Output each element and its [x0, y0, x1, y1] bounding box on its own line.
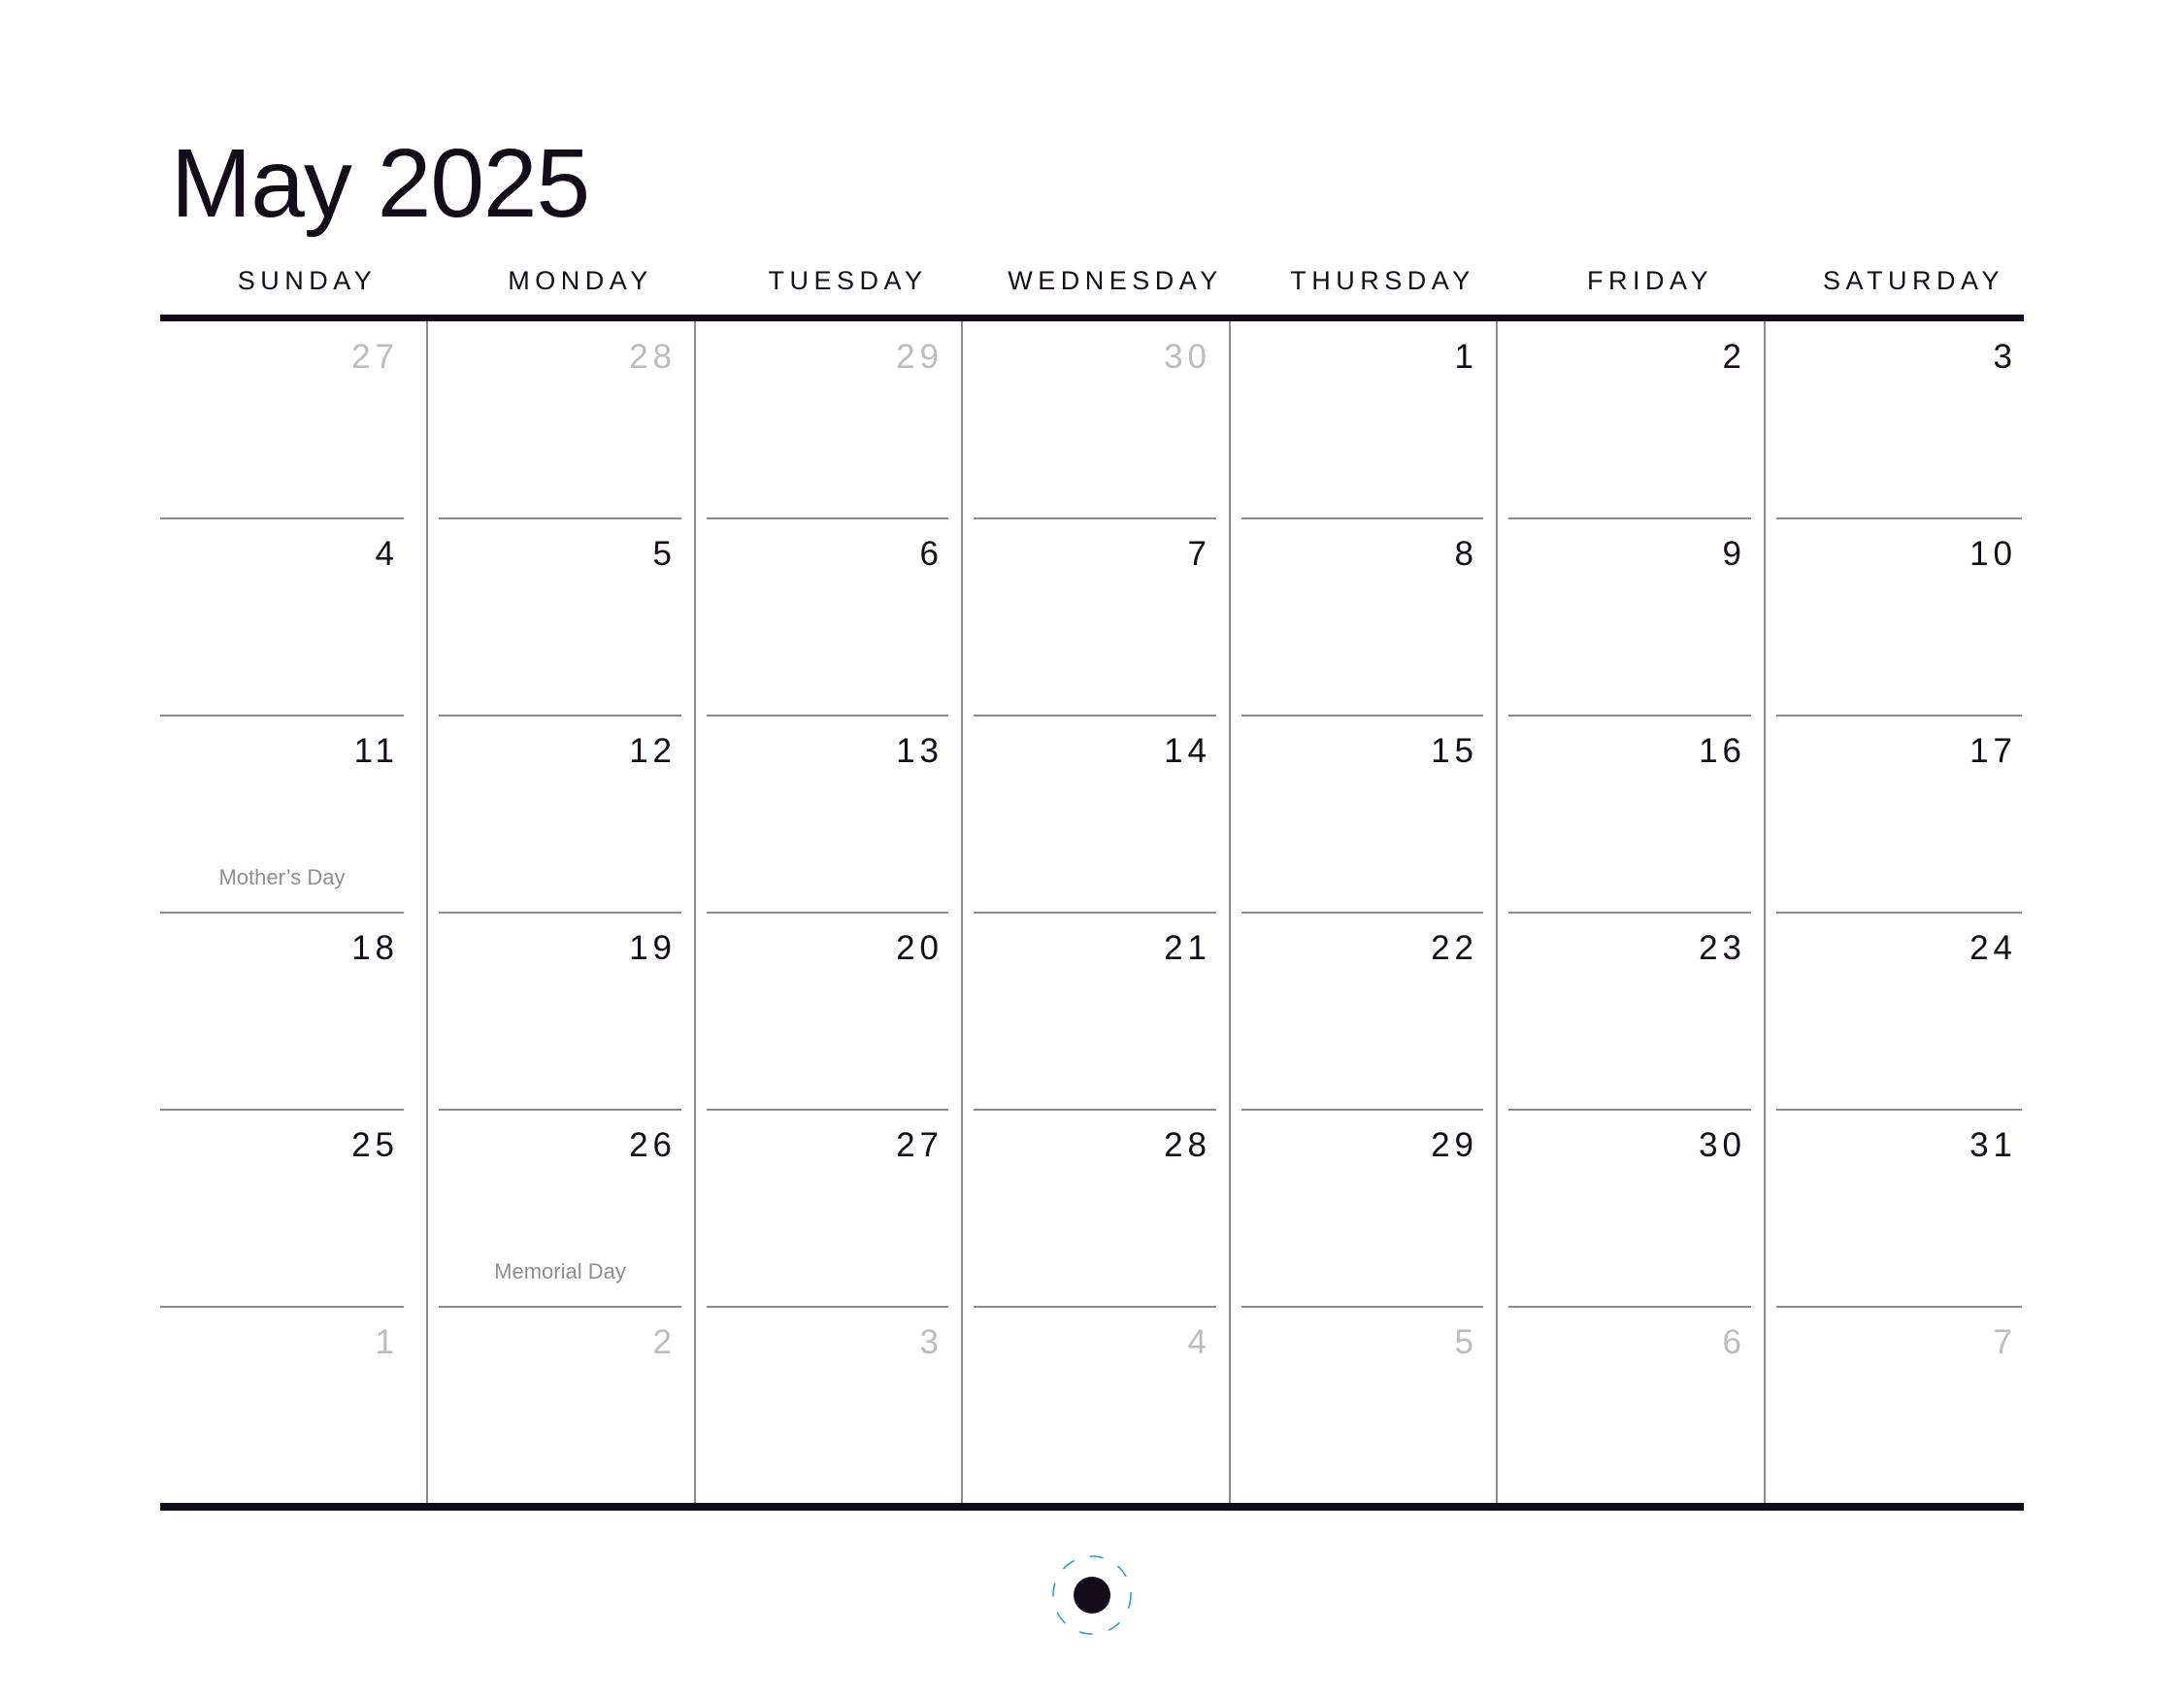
header-rule	[160, 315, 2024, 321]
day-number: 10	[1969, 535, 2017, 573]
hole-dot	[1074, 1577, 1110, 1614]
day-number: 30	[1699, 1126, 1746, 1164]
weekday-header-tuesday: TUESDAY	[768, 266, 928, 295]
day-number: 16	[1699, 732, 1746, 770]
day-number: 12	[629, 732, 677, 770]
day-number: 17	[1969, 732, 2017, 770]
weekday-header-sunday: SUNDAY	[237, 266, 378, 295]
day-number: 13	[896, 732, 943, 770]
footer-rule	[160, 1503, 2024, 1511]
day-number-adjacent-month: 28	[629, 338, 677, 376]
day-number: 6	[919, 535, 943, 573]
day-number-adjacent-month: 1	[375, 1323, 399, 1361]
weekday-header-thursday: THURSDAY	[1290, 266, 1475, 295]
day-number-adjacent-month: 6	[1722, 1323, 1746, 1361]
day-number: 27	[896, 1126, 943, 1164]
day-number: 14	[1164, 732, 1211, 770]
day-number: 15	[1431, 732, 1478, 770]
holiday-label: Mother’s Day	[218, 865, 346, 889]
day-number: 28	[1164, 1126, 1211, 1164]
day-number-adjacent-month: 30	[1164, 338, 1211, 376]
day-number: 24	[1969, 929, 2017, 967]
day-number-adjacent-month: 5	[1454, 1323, 1478, 1361]
day-number: 3	[1993, 338, 2017, 376]
day-number: 21	[1164, 929, 1211, 967]
day-number: 26	[629, 1126, 677, 1164]
weekday-header-friday: FRIDAY	[1586, 266, 1713, 295]
weekday-header-wednesday: WEDNESDAY	[1008, 266, 1223, 295]
month-title: May 2025	[171, 129, 590, 238]
day-number: 29	[1431, 1126, 1478, 1164]
punch-hole-icon	[1052, 1555, 1132, 1635]
day-number: 18	[351, 929, 399, 967]
day-number: 25	[351, 1126, 399, 1164]
day-number: 11	[353, 732, 399, 770]
day-number-adjacent-month: 4	[1187, 1323, 1211, 1361]
day-number: 4	[375, 535, 399, 573]
day-number: 9	[1722, 535, 1746, 573]
weekday-header-monday: MONDAY	[508, 266, 653, 295]
day-number-adjacent-month: 27	[351, 338, 399, 376]
day-number: 20	[896, 929, 943, 967]
day-number: 8	[1454, 535, 1478, 573]
day-number: 1	[1454, 338, 1478, 376]
day-number: 22	[1431, 929, 1478, 967]
day-number-adjacent-month: 2	[652, 1323, 677, 1361]
day-number-adjacent-month: 29	[896, 338, 943, 376]
day-number: 19	[629, 929, 677, 967]
holiday-label: Memorial Day	[494, 1259, 626, 1283]
weekday-header-row: SUNDAY MONDAY TUESDAY WEDNESDAY THURSDAY FRID…	[160, 264, 2024, 297]
day-number: 31	[1969, 1126, 2017, 1164]
day-number: 5	[652, 535, 677, 573]
day-number: 2	[1722, 338, 1746, 376]
day-number: 23	[1699, 929, 1746, 967]
day-number-adjacent-month: 7	[1993, 1323, 2017, 1361]
day-number-adjacent-month: 3	[919, 1323, 943, 1361]
weekday-header-saturday: SATURDAY	[1822, 266, 2004, 295]
day-number: 7	[1187, 535, 1211, 573]
